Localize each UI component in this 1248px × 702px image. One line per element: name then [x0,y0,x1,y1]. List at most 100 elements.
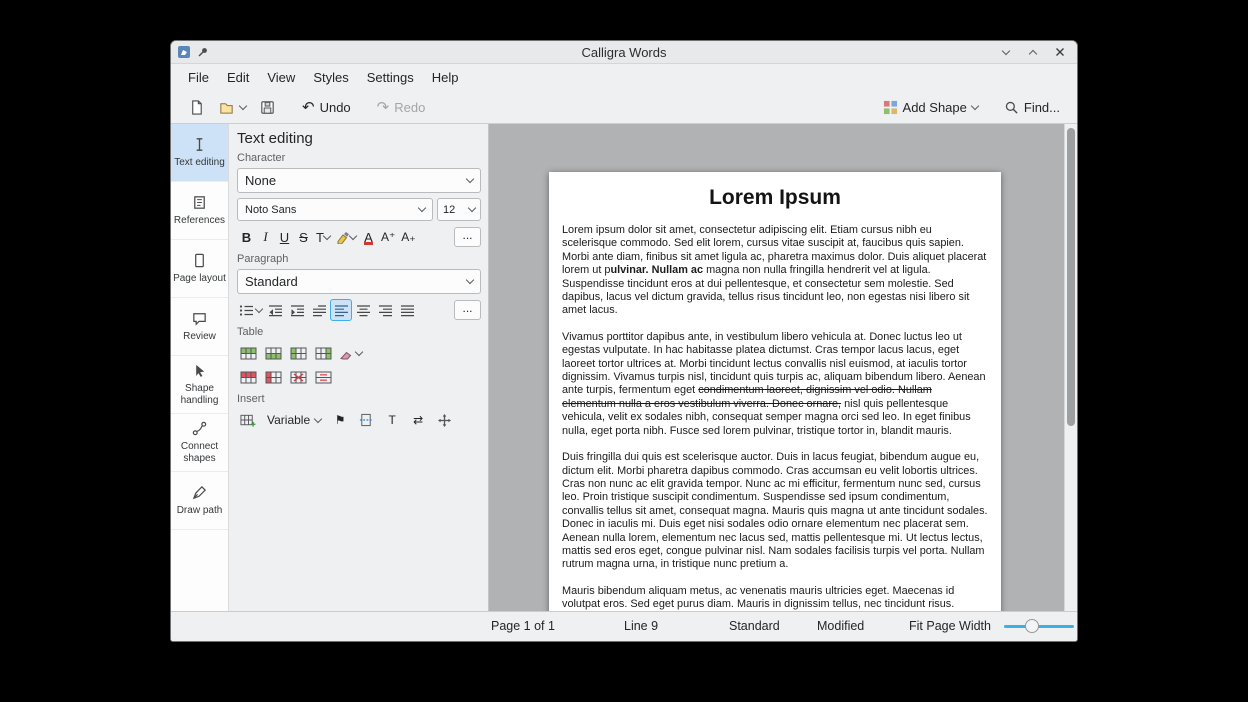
zoom-slider[interactable] [1004,612,1074,640]
insert-row-below-button[interactable] [262,342,284,364]
delete-column-button[interactable] [262,366,284,388]
statusbar: Page 1 of 1 Line 9 Standard Modified Fit… [171,611,1077,641]
character-style-select[interactable]: None [237,168,481,193]
style-indicator[interactable]: Standard [729,612,780,640]
pin-icon[interactable] [197,46,209,58]
table-border-pen-button[interactable] [337,342,364,364]
menu-styles[interactable]: Styles [304,67,357,88]
insert-column-right-button[interactable] [312,342,334,364]
list-style-button[interactable] [237,299,264,321]
delete-table-button[interactable] [287,366,309,388]
insert-row: Variable ⚑ T ⇄ [237,409,481,431]
tab-label: Connect shapes [173,441,226,465]
strikethrough-button[interactable]: S [294,226,313,248]
character-section-label: Character [237,152,481,164]
outdent-icon [268,304,283,317]
insert-section-label: Insert [237,393,481,405]
bold-button[interactable]: B [237,226,256,248]
align-right-button[interactable] [374,299,396,321]
insert-variable-button[interactable]: Variable [263,409,325,431]
connect-shapes-icon [191,420,208,437]
paragraph-style-value: Standard [245,274,461,289]
insert-text-frame-button[interactable]: T [381,409,403,431]
maximize-button[interactable] [1026,45,1040,59]
menu-file[interactable]: File [179,67,218,88]
align-center-icon [356,304,371,317]
sidebar-tab-connect-shapes[interactable]: Connect shapes [171,414,228,472]
insert-row-above-button[interactable] [237,342,259,364]
new-document-button[interactable] [183,95,210,120]
subscript-button[interactable]: A₊ [398,226,418,248]
insert-anchor-button[interactable] [433,409,455,431]
insert-column-left-icon [290,347,307,360]
more-paragraph-options-button[interactable]: ... [454,300,481,320]
merge-cells-button[interactable] [312,366,334,388]
more-character-options-button[interactable]: ... [454,227,481,247]
bookmark-flag-icon: ⚑ [335,414,346,426]
sidebar-tab-text-editing[interactable]: Text editing [171,124,228,182]
variable-label: Variable [267,413,310,427]
undo-button[interactable]: ↶ Undo [297,96,356,119]
chevron-down-icon [255,304,263,312]
chevron-down-icon [466,276,474,284]
align-left-button[interactable] [330,299,352,321]
italic-button[interactable]: I [256,226,275,248]
tab-label: Review [183,331,216,343]
insert-table-button[interactable] [237,409,259,431]
menu-view[interactable]: View [258,67,304,88]
first-line-indent-button[interactable] [308,299,330,321]
paragraph: Vivamus porttitor dapibus ante, in vesti… [562,331,988,438]
insert-bookmark-button[interactable]: ⚑ [329,409,351,431]
insert-column-left-button[interactable] [287,342,309,364]
chevron-up-icon [1029,49,1037,57]
menu-settings[interactable]: Settings [358,67,423,88]
open-document-button[interactable] [213,95,251,120]
increase-indent-button[interactable] [286,299,308,321]
zoom-slider-track[interactable] [1004,625,1074,628]
insert-swap-button[interactable]: ⇄ [407,409,429,431]
save-button[interactable] [254,95,281,120]
sidebar-tab-page-layout[interactable]: Page layout [171,240,228,298]
decrease-indent-button[interactable] [264,299,286,321]
zoom-slider-handle[interactable] [1025,619,1039,633]
document-page[interactable]: Lorem Ipsum Lorem ipsum dolor sit amet, … [549,172,1001,611]
shape-handling-icon [191,362,208,379]
vertical-scrollbar[interactable] [1064,124,1077,611]
paragraph-section-label: Paragraph [237,253,481,265]
font-row: Noto Sans 12 [237,198,481,221]
scrollbar-thumb[interactable] [1067,128,1075,426]
align-center-button[interactable] [352,299,374,321]
redo-button[interactable]: ↷ Redo [372,96,431,119]
sidebar-tab-shape-handling[interactable]: Shape handling [171,356,228,414]
zoom-mode-button[interactable]: Fit Page Width [909,612,991,640]
document-canvas[interactable]: Lorem Ipsum Lorem ipsum dolor sit amet, … [489,124,1077,611]
text-color-button[interactable]: A [359,226,378,248]
font-size-value: 12 [443,204,463,216]
delete-row-icon [240,371,257,384]
font-family-select[interactable]: Noto Sans [237,198,433,221]
find-button[interactable]: Find... [999,96,1065,119]
font-size-select[interactable]: 12 [437,198,481,221]
align-justify-button[interactable] [396,299,418,321]
add-shape-label: Add Shape [903,100,967,115]
insert-page-break-button[interactable] [355,409,377,431]
add-shape-button[interactable]: Add Shape [878,96,983,119]
paragraph-style-select[interactable]: Standard [237,269,481,294]
sidebar-tab-review[interactable]: Review [171,298,228,356]
menu-edit[interactable]: Edit [218,67,258,88]
menu-help[interactable]: Help [423,67,468,88]
undo-icon: ↶ [302,100,315,115]
highlight-color-button[interactable] [333,226,359,248]
window-title: Calligra Words [171,45,1077,60]
close-button[interactable] [1053,45,1067,59]
paragraph: Lorem ipsum dolor sit amet, consectetur … [562,224,988,318]
superscript-button[interactable]: A⁺ [378,226,398,248]
delete-row-button[interactable] [237,366,259,388]
sidebar-tab-references[interactable]: References [171,182,228,240]
change-case-button[interactable]: T [313,226,333,248]
paragraph: Duis fringilla dui quis est scelerisque … [562,451,988,572]
underline-button[interactable]: U [275,226,294,248]
minimize-button[interactable] [999,45,1013,59]
sidebar-tab-draw-path[interactable]: Draw path [171,472,228,530]
titlebar[interactable]: Calligra Words [171,41,1077,64]
